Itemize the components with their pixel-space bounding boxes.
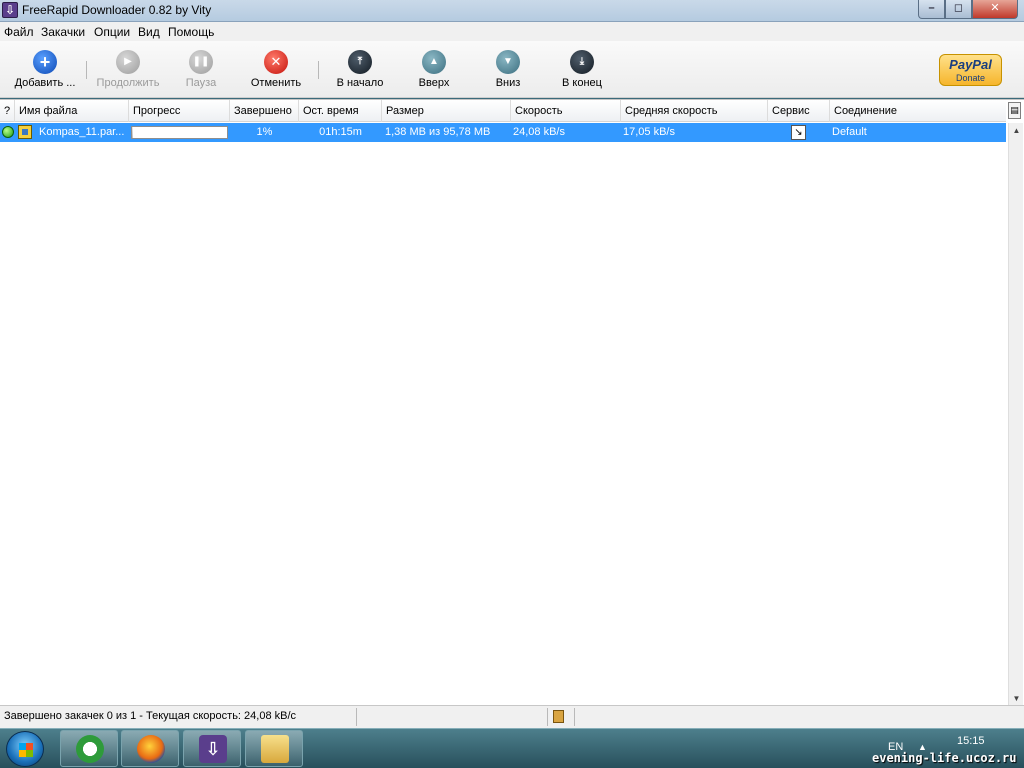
cancel-x-icon: ✕ [264,50,288,74]
status-divider [547,708,548,726]
pause-label: Пауза [185,77,217,89]
donate-label: Donate [955,73,986,83]
add-label: Добавить ... [14,77,76,89]
taskbar-explorer[interactable] [245,730,303,767]
progress-fill [132,127,133,138]
move-down-label: Вниз [495,77,521,89]
move-up-label: Вверх [418,77,450,89]
taskbar-firefox[interactable] [121,730,179,767]
status-running-icon [2,126,14,138]
cancel-button[interactable]: ✕ Отменить [236,50,316,89]
column-header-progress[interactable]: Прогресс [129,100,230,122]
status-divider [356,708,357,726]
column-header-remaining[interactable]: Ост. время [299,100,382,122]
freerapid-icon: ⇩ [199,735,227,763]
utorrent-icon [76,735,104,763]
resume-button[interactable]: ▶ Продолжить [88,50,168,89]
menu-downloads[interactable]: Закачки [41,25,85,39]
vertical-scrollbar[interactable]: ▲ ▼ [1008,123,1023,706]
play-icon: ▶ [116,50,140,74]
move-to-bottom-icon: ⤓ [570,50,594,74]
row-connection: Default [832,126,867,138]
column-header-size[interactable]: Размер [382,100,511,122]
move-to-top-label: В начало [336,77,384,89]
status-bar: Завершено закачек 0 из 1 - Текущая скоро… [0,705,1024,728]
table-header: ? Имя файла Прогресс Завершено Ост. врем… [0,100,1006,122]
toolbar-separator [318,61,319,79]
column-header-completed[interactable]: Завершено [230,100,299,122]
plus-icon: + [33,50,57,74]
taskbar-freerapid[interactable]: ⇩ [183,730,241,767]
scroll-up-icon[interactable]: ▲ [1009,123,1024,138]
move-to-top-button[interactable]: ⤒ В начало [320,50,400,89]
paypal-donate-button[interactable]: PayPal Donate [939,54,1002,86]
toolbar-separator [86,61,87,79]
down-arrow-icon: ▼ [496,50,520,74]
move-to-bottom-button[interactable]: ⤓ В конец [542,50,622,89]
clipboard-monitor-icon[interactable] [553,710,564,723]
menu-options[interactable]: Опции [94,25,130,39]
column-header-status[interactable]: ? [0,100,15,122]
move-down-button[interactable]: ▼ Вниз [468,50,548,89]
taskbar-utorrent[interactable] [60,730,118,767]
column-chooser-icon[interactable]: ▤ [1008,102,1021,119]
folder-icon [261,735,289,763]
move-to-top-icon: ⤒ [348,50,372,74]
close-button[interactable]: ✕ [972,0,1018,19]
column-header-service[interactable]: Сервис [768,100,830,122]
maximize-button[interactable]: ◻ [945,0,972,19]
row-avg-speed: 17,05 kB/s [623,126,675,138]
menu-file[interactable]: Файл [4,25,34,39]
scroll-down-icon[interactable]: ▼ [1009,691,1024,706]
service-icon: ↘ [791,125,806,140]
add-button[interactable]: + Добавить ... [5,50,85,89]
row-progress-bar [131,126,228,139]
menu-help[interactable]: Помощь [168,25,214,39]
paypal-logo: PayPal [949,57,992,72]
pause-icon: ❚❚ [189,50,213,74]
title-bar: ⇩ FreeRapid Downloader 0.82 by Vity – ◻ … [0,0,1024,22]
menu-bar: Файл Закачки Опции Вид Помощь [0,22,1024,41]
resume-label: Продолжить [96,77,160,89]
window-title: FreeRapid Downloader 0.82 by Vity [22,3,212,17]
status-divider [574,708,575,726]
downloads-table: ? Имя файла Прогресс Завершено Ост. врем… [0,99,1024,706]
row-speed: 24,08 kB/s [513,126,565,138]
column-header-speed[interactable]: Скорость [511,100,621,122]
toolbar: + Добавить ... ▶ Продолжить ❚❚ Пауза ✕ О… [0,41,1024,98]
start-button[interactable] [6,731,44,767]
minimize-button[interactable]: – [918,0,945,19]
firefox-icon [137,735,165,763]
archive-file-icon [18,125,32,139]
taskbar: ⇩ EN ▲ 15:15 evening-life.ucoz.ru [0,728,1024,768]
status-text: Завершено закачек 0 из 1 - Текущая скоро… [4,710,297,722]
menu-view[interactable]: Вид [138,25,160,39]
column-header-connection[interactable]: Соединение [830,100,1006,122]
up-arrow-icon: ▲ [422,50,446,74]
move-up-button[interactable]: ▲ Вверх [394,50,474,89]
cancel-label: Отменить [250,77,302,89]
row-completed: 1% [256,126,273,138]
move-to-bottom-label: В конец [562,77,602,89]
row-size: 1,38 MB из 95,78 MB [385,126,491,138]
pause-button[interactable]: ❚❚ Пауза [161,50,241,89]
row-filename: Kompas_11.par... [39,126,125,138]
clock[interactable]: 15:15 [957,735,985,747]
row-remaining: 01h:15m [319,126,362,138]
table-row[interactable]: Kompas_11.par... 1% 01h:15m 1,38 MB из 9… [0,123,1006,142]
column-header-filename[interactable]: Имя файла [15,100,129,122]
app-download-icon: ⇩ [2,2,18,18]
watermark-text: evening-life.ucoz.ru [872,751,1017,765]
column-header-avg-speed[interactable]: Средняя скорость [621,100,768,122]
